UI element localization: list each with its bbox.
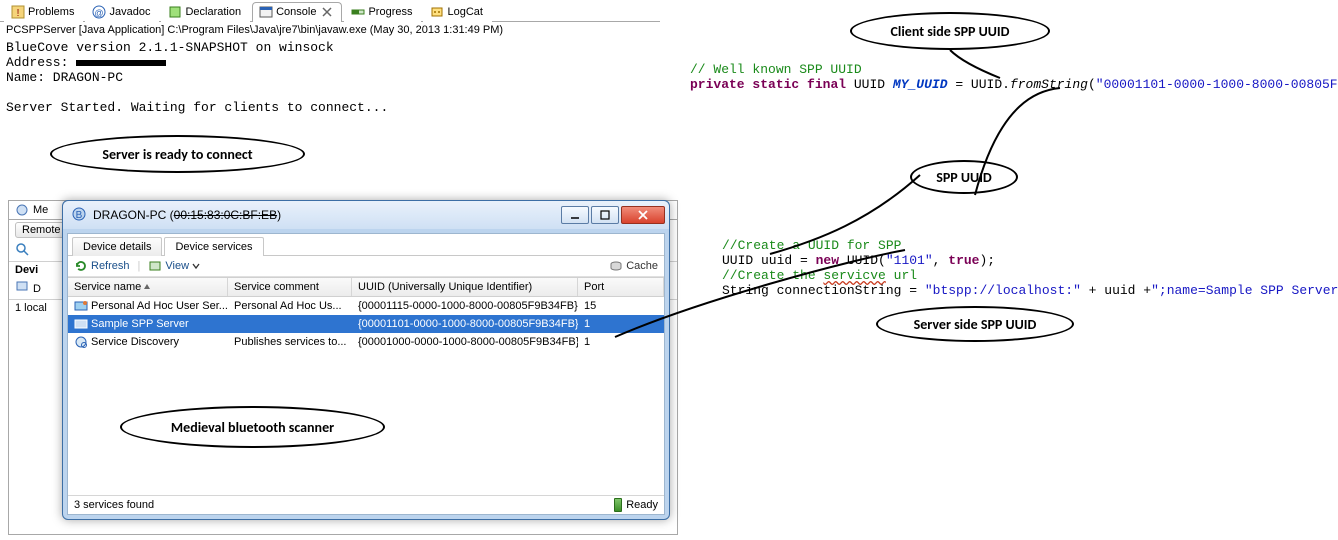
- close-icon[interactable]: [321, 6, 333, 18]
- window-title: DRAGON-PC (00:15:83:0C:BF:EB): [93, 208, 561, 222]
- cache-button[interactable]: Cache: [609, 259, 658, 273]
- view-icon: [15, 203, 29, 217]
- svg-text:B: B: [76, 210, 83, 221]
- refresh-button[interactable]: Refresh: [74, 259, 130, 273]
- table-row[interactable]: Personal Ad Hoc User Ser... Personal Ad …: [68, 297, 664, 315]
- code-client-snippet: // Well known SPP UUID private static fi…: [690, 62, 1338, 92]
- status-bar: 3 services found Ready: [68, 495, 664, 514]
- col-port[interactable]: Port: [578, 278, 664, 296]
- close-button[interactable]: [621, 206, 665, 224]
- tab-javadoc[interactable]: @ Javadoc: [85, 2, 159, 22]
- battery-icon: [614, 498, 622, 512]
- dialog-tabs: Device details Device services: [68, 234, 664, 256]
- tab-label: LogCat: [447, 6, 482, 18]
- tab-device-details[interactable]: Device details: [72, 237, 162, 256]
- service-icon: [74, 335, 88, 349]
- callout-server-uuid: Server side SPP UUID: [876, 306, 1074, 342]
- table-row[interactable]: Sample SPP Server {00001101-0000-1000-80…: [68, 315, 664, 333]
- tab-label: Problems: [28, 6, 74, 18]
- maximize-button[interactable]: [591, 206, 619, 224]
- tab-declaration[interactable]: Declaration: [161, 2, 250, 22]
- callout-server-ready: Server is ready to connect: [50, 135, 305, 173]
- declaration-icon: [168, 5, 182, 19]
- code-server-snippet: //Create a UUID for SPP UUID uuid = new …: [722, 238, 1338, 298]
- tab-label: Console: [276, 6, 316, 18]
- col-service-comment[interactable]: Service comment: [228, 278, 352, 296]
- view-button[interactable]: View: [148, 259, 200, 273]
- sort-asc-icon: [143, 283, 151, 291]
- console-launch-header: PCSPPServer [Java Application] C:\Progra…: [0, 22, 660, 38]
- svg-text:!: !: [17, 8, 20, 19]
- table-header: Service name Service comment UUID (Unive…: [68, 277, 664, 297]
- tab-logcat[interactable]: LogCat: [423, 2, 491, 22]
- column-header: Devi: [15, 264, 38, 276]
- tab-device-services[interactable]: Device services: [164, 237, 263, 256]
- service-icon: [74, 317, 88, 331]
- tab-label: Javadoc: [109, 6, 150, 18]
- status-ready: Ready: [626, 499, 658, 511]
- dialog-toolbar: Refresh | View Cache: [68, 256, 664, 277]
- titlebar[interactable]: B DRAGON-PC (00:15:83:0C:BF:EB): [63, 201, 669, 229]
- col-service-name[interactable]: Service name: [68, 278, 228, 296]
- minimize-button[interactable]: [561, 206, 589, 224]
- device-icon: [15, 280, 29, 297]
- device-services-dialog: B DRAGON-PC (00:15:83:0C:BF:EB) Device d…: [62, 200, 670, 520]
- callout-spp-uuid: SPP UUID: [910, 160, 1018, 194]
- col-uuid[interactable]: UUID (Universally Unique Identifier): [352, 278, 578, 296]
- service-icon: [74, 299, 88, 313]
- tab-progress[interactable]: Progress: [344, 2, 421, 22]
- status-count: 3 services found: [74, 499, 154, 511]
- logcat-icon: [430, 5, 444, 19]
- console-icon: [259, 5, 273, 19]
- app-icon: B: [71, 206, 87, 225]
- redacted-text: [76, 60, 166, 66]
- tab-label: Declaration: [185, 6, 241, 18]
- search-icon[interactable]: [15, 242, 29, 259]
- remote-tab[interactable]: Remote: [15, 222, 68, 238]
- tab-problems[interactable]: ! Problems: [4, 2, 83, 22]
- tab-console[interactable]: Console: [252, 2, 342, 22]
- tab-label: Progress: [368, 6, 412, 18]
- table-row[interactable]: Service Discovery Publishes services to.…: [68, 333, 664, 351]
- progress-icon: [351, 5, 365, 19]
- view-title: Me: [33, 204, 48, 216]
- device-row[interactable]: D: [33, 283, 41, 295]
- svg-text:@: @: [95, 8, 104, 18]
- problems-icon: !: [11, 5, 25, 19]
- eclipse-tabs: ! Problems @ Javadoc Declaration Console…: [0, 0, 660, 22]
- chevron-down-icon: [192, 262, 200, 270]
- javadoc-icon: @: [92, 5, 106, 19]
